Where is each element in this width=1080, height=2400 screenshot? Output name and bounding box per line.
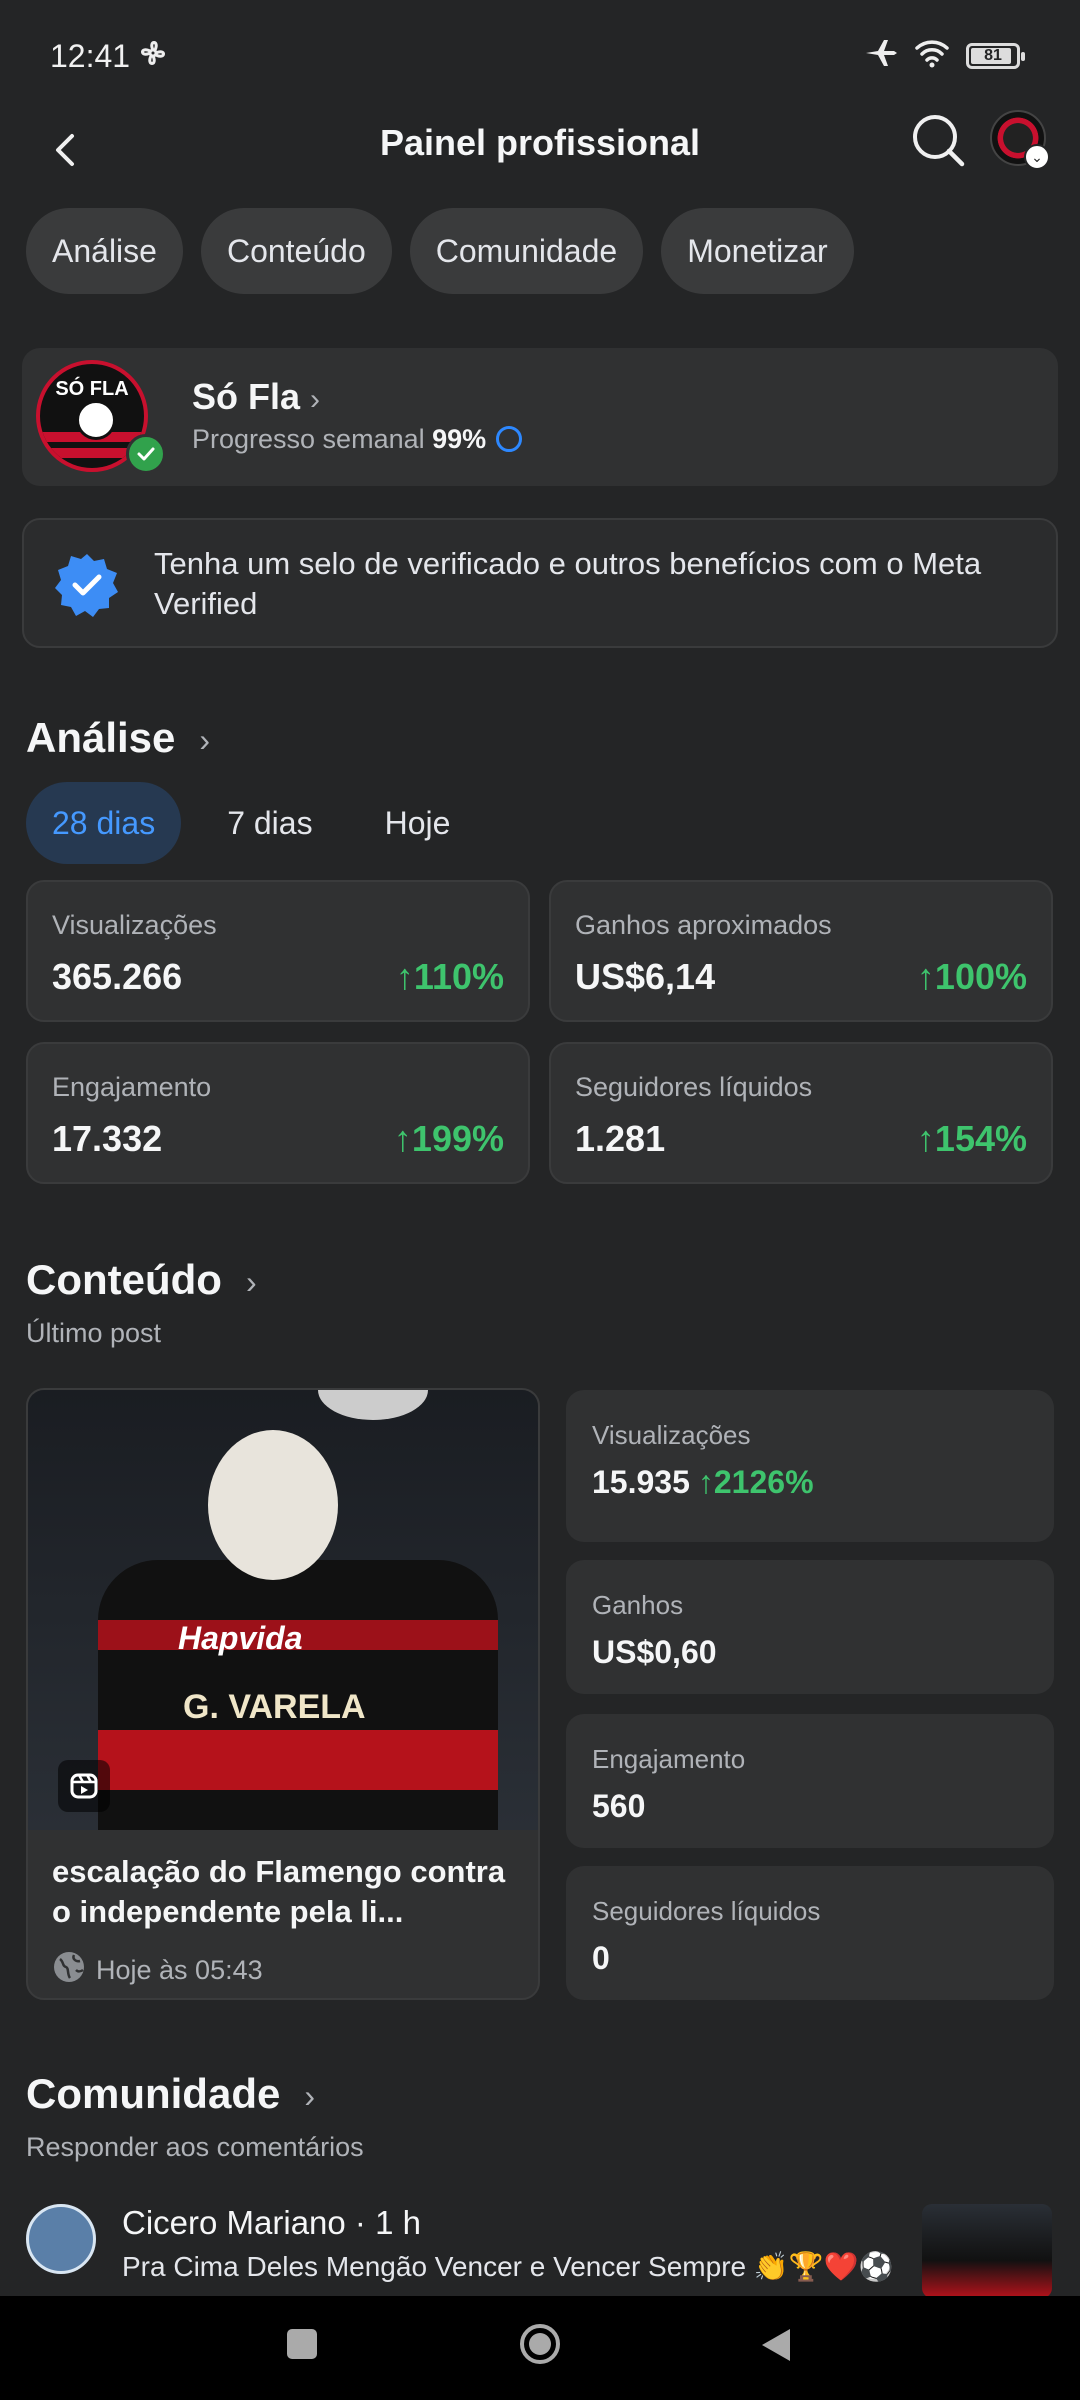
- search-icon: [913, 115, 965, 167]
- analysis-header[interactable]: Análise ›: [26, 714, 210, 762]
- check-icon: [126, 434, 166, 474]
- post-title: escalação do Flamengo contra o independe…: [52, 1854, 506, 1929]
- metric-card-net-followers[interactable]: Seguidores líquidos 1.281 ↑154%: [549, 1042, 1053, 1184]
- post-stat-earnings[interactable]: Ganhos US$0,60: [566, 1560, 1054, 1694]
- search-button[interactable]: [908, 110, 968, 170]
- arrow-up-icon: ↑: [393, 1118, 412, 1159]
- metric-card-engagement[interactable]: Engajamento 17.332 ↑199%: [26, 1042, 530, 1184]
- wifi-icon: [914, 38, 950, 73]
- chip-analise[interactable]: Análise: [26, 208, 183, 294]
- reel-icon: [58, 1760, 110, 1812]
- chevron-right-icon: ›: [245, 1264, 257, 1301]
- profile-card[interactable]: SÓ FLA Só Fla › Progresso semanal 99%: [22, 348, 1058, 486]
- community-subtitle: Responder aos comentários: [26, 2132, 364, 2162]
- progress-value: 99%: [432, 424, 487, 454]
- fan-icon: [138, 38, 168, 73]
- triangle-back-icon: [762, 2329, 790, 2361]
- metric-value: US$6,14: [575, 956, 716, 997]
- post-stat-engagement[interactable]: Engajamento 560: [566, 1714, 1054, 1848]
- community-title: Comunidade: [26, 2070, 281, 2117]
- back-nav-button[interactable]: [758, 2326, 794, 2369]
- status-bar: 12:41 81: [0, 0, 1080, 110]
- metric-label: Visualizações: [52, 910, 217, 940]
- period-tab-today[interactable]: Hoje: [359, 782, 477, 864]
- period-tab-7-days[interactable]: 7 dias: [201, 782, 338, 864]
- chevron-right-icon: ›: [199, 722, 211, 759]
- comment-text: Pra Cima Deles Mengão Vencer e Vencer Se…: [122, 2251, 894, 2282]
- home-button[interactable]: [518, 2322, 562, 2371]
- commenter-avatar: [26, 2204, 96, 2274]
- chevron-down-icon: ⌄: [1024, 144, 1050, 170]
- metric-value: 17.332: [52, 1118, 163, 1159]
- chip-monetizar[interactable]: Monetizar: [661, 208, 854, 294]
- battery-icon: 81: [966, 42, 1025, 69]
- stat-label: Visualizações: [592, 1420, 751, 1450]
- arrow-up-icon: ↑: [916, 956, 935, 997]
- metric-label: Ganhos aproximados: [575, 910, 832, 940]
- arrow-up-icon: ↑: [697, 1464, 714, 1500]
- chip-conteudo[interactable]: Conteúdo: [200, 208, 392, 294]
- stat-value: 560: [592, 1788, 646, 1824]
- metric-label: Seguidores líquidos: [575, 1072, 813, 1102]
- chevron-right-icon: ›: [304, 2078, 315, 2115]
- meta-verified-text: Tenha um selo de verificado e outros ben…: [154, 546, 982, 621]
- metric-change: 154%: [934, 1118, 1027, 1159]
- progress-label: Progresso semanal: [192, 424, 425, 454]
- metric-label: Engajamento: [52, 1072, 212, 1102]
- stat-label: Seguidores líquidos: [592, 1896, 821, 1926]
- metric-value: 365.266: [52, 956, 183, 997]
- chevron-right-icon: ›: [310, 383, 321, 416]
- metric-card-views[interactable]: Visualizações 365.266 ↑110%: [26, 880, 530, 1022]
- post-stat-net-followers[interactable]: Seguidores líquidos 0: [566, 1866, 1054, 2000]
- post-thumbnail: Hapvida G. VARELA: [28, 1390, 538, 1830]
- circle-icon: [520, 2324, 560, 2364]
- system-navigation-bar: [0, 2296, 1080, 2400]
- verified-badge-icon: [54, 552, 120, 618]
- analysis-title: Análise: [26, 714, 176, 761]
- comment-author: Cicero Mariano · 1 h: [122, 2204, 421, 2241]
- globe-icon: [52, 1950, 86, 1991]
- arrow-up-icon: ↑: [395, 956, 414, 997]
- airplane-icon: [864, 38, 898, 73]
- metric-value: 1.281: [575, 1118, 666, 1159]
- recents-button[interactable]: [284, 2326, 320, 2367]
- period-tab-28-days[interactable]: 28 dias: [26, 782, 182, 864]
- community-header[interactable]: Comunidade ›: [26, 2070, 315, 2118]
- metric-change: 110%: [413, 956, 504, 997]
- top-app-bar: Painel profissional ⌄: [0, 110, 1080, 210]
- metric-card-earnings[interactable]: Ganhos aproximados US$6,14 ↑100%: [549, 880, 1053, 1022]
- battery-level: 81: [984, 46, 1002, 64]
- metric-change: 100%: [934, 956, 1027, 997]
- stat-label: Ganhos: [592, 1590, 684, 1620]
- latest-post-card[interactable]: Hapvida G. VARELA escalação do Flamengo …: [26, 1388, 540, 2000]
- period-tabs: 28 dias 7 dias Hoje: [26, 782, 496, 864]
- content-header[interactable]: Conteúdo ›: [26, 1256, 257, 1304]
- status-time: 12:41: [50, 38, 131, 74]
- account-switcher-avatar[interactable]: ⌄: [990, 110, 1050, 170]
- post-stat-views[interactable]: Visualizações 15.935 ↑2126%: [566, 1390, 1054, 1542]
- chip-comunidade[interactable]: Comunidade: [409, 208, 644, 294]
- meta-verified-banner[interactable]: Tenha um selo de verificado e outros ben…: [22, 518, 1058, 648]
- post-image-sponsor: Hapvida: [178, 1620, 303, 1656]
- content-subtitle: Último post: [26, 1318, 162, 1348]
- profile-name: Só Fla: [192, 376, 301, 417]
- post-date: Hoje às 05:43: [96, 1955, 263, 1985]
- metric-change: 199%: [411, 1118, 504, 1159]
- arrow-up-icon: ↑: [916, 1118, 935, 1159]
- logo-text: SÓ FLA: [55, 378, 129, 400]
- content-title: Conteúdo: [26, 1256, 222, 1303]
- stat-change: 2126%: [713, 1464, 814, 1500]
- stat-label: Engajamento: [592, 1744, 746, 1774]
- comment-item[interactable]: Cicero Mariano · 1 h Pra Cima Deles Meng…: [0, 2198, 1080, 2298]
- stat-value: 0: [592, 1940, 610, 1976]
- progress-ring-icon: [496, 425, 523, 452]
- stat-value: 15.935: [592, 1464, 690, 1500]
- comment-post-thumbnail: [922, 2204, 1052, 2298]
- square-icon: [287, 2329, 317, 2359]
- section-chips: Análise Conteúdo Comunidade Monetizar: [26, 208, 854, 294]
- stat-value: US$0,60: [592, 1634, 717, 1670]
- post-image-player-name: G. VARELA: [183, 1688, 366, 1726]
